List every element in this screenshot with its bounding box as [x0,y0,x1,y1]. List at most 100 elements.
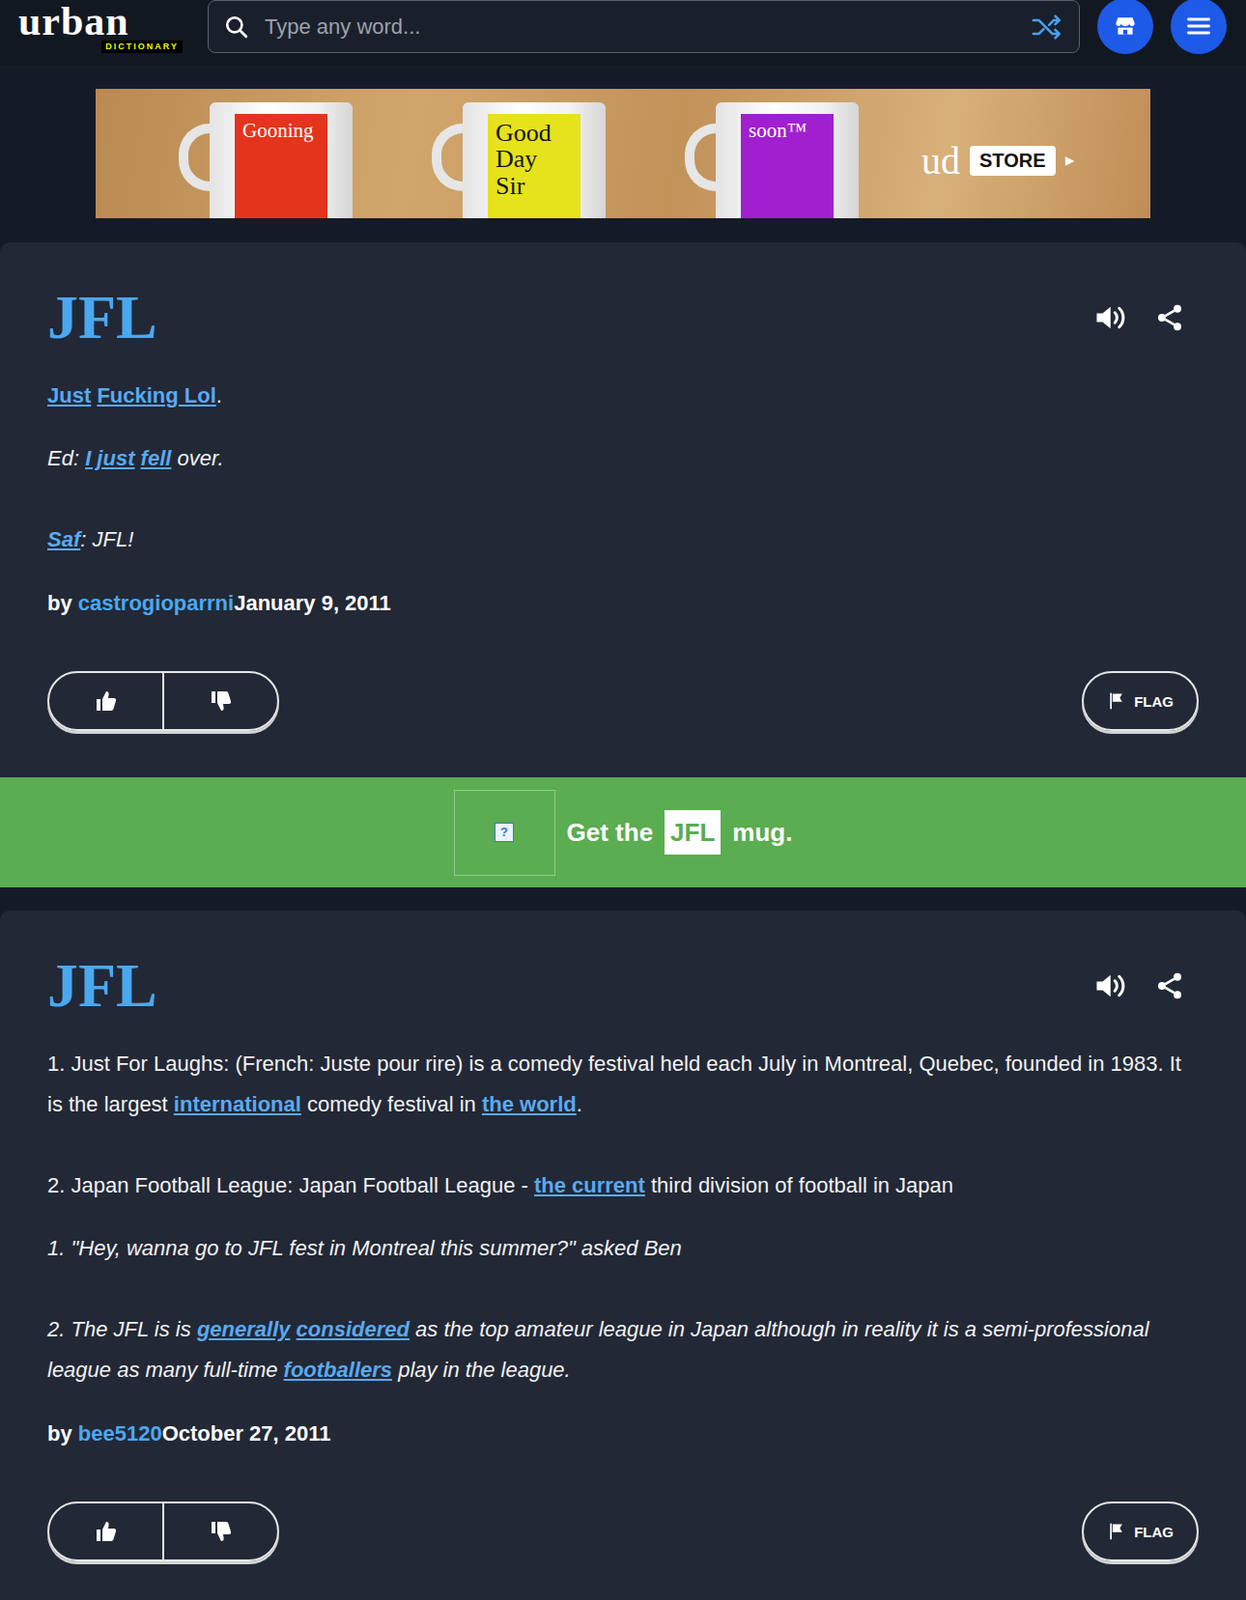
term-link[interactable]: Saf [47,527,81,552]
term-link[interactable]: international [173,1092,302,1117]
example-paragraph: Saf: JFL! [47,519,1199,561]
mug-promo[interactable]: ?Get theJFLmug. [0,777,1246,888]
upvote-button[interactable] [49,673,163,730]
example: Ed: I just fell over. Saf: JFL! [47,438,1199,561]
promo-suffix: mug. [732,818,793,849]
text-run: third division of football in Japan [645,1173,954,1198]
term-link[interactable]: I just [84,446,135,471]
definition-card: JFL Just Fucking Lol. Ed: I just fell over… [0,242,1246,778]
term-link[interactable]: considered [296,1317,410,1342]
term-link[interactable]: the current [534,1173,646,1198]
thumbs-down-icon [209,1520,233,1544]
meaning-paragraph: Just Fucking Lol. [47,375,1199,417]
author-link[interactable]: bee5120 [78,1421,163,1446]
mug-body: Good Day Sir [462,102,606,219]
mug-body: soon™ [715,102,859,219]
broken-image-icon: ? [494,822,514,843]
title-actions [1092,300,1186,336]
speaker-icon[interactable] [1092,968,1128,1004]
author-link[interactable]: castrogioparrni [78,591,234,616]
search-input[interactable] [262,13,1018,41]
arrow-icon: ▶ [1065,153,1075,168]
flag-button[interactable]: FLAG [1081,1501,1199,1562]
text-run: Ed: [47,446,85,471]
share-icon[interactable] [1154,302,1186,334]
shuffle-icon[interactable] [1030,10,1064,44]
flag-icon [1106,1522,1127,1542]
term-link[interactable]: fell [141,446,172,471]
menu-button[interactable] [1170,0,1227,55]
actions-row: FLAG [47,671,1199,732]
flag-label: FLAG [1133,1524,1174,1541]
text-run: 1. "Hey, wanna go to JFL fest in Montrea… [47,1236,682,1261]
mug-image: ? [453,790,556,877]
by-label: by [47,1421,79,1446]
by-label: by [47,591,79,616]
example-paragraph: Ed: I just fell over. [47,438,1199,480]
term-link[interactable]: footballers [283,1358,393,1383]
mug-label: soon™ [740,113,834,219]
mug: Good Day Sir [431,102,606,219]
text-run [289,1317,296,1342]
date: October 27, 2011 [162,1421,332,1446]
meaning: Just Fucking Lol. [47,375,1199,417]
search-field[interactable] [207,0,1080,54]
thumbs-up-icon [94,1520,118,1544]
store-brand: ud STORE ▶ [921,138,1075,184]
vote-buttons [47,671,280,732]
text-run: comedy festival in [301,1092,482,1117]
logo-word: urban [18,1,130,41]
date: January 9, 2011 [233,591,392,616]
mug-handle [431,123,463,192]
vote-buttons [47,1501,280,1562]
banner-area: Gooning Good Day Sir soon™ ud STORE ▶ [0,65,1246,243]
actions-row: FLAG [47,1501,1199,1562]
word-title[interactable]: JFL [47,279,158,357]
text-run: play in the league. [392,1358,571,1383]
logo-tag: DICTIONARY [101,40,183,54]
flag-icon [1106,691,1127,711]
mug-label: Gooning [234,113,328,219]
store-logo: ud [921,138,961,184]
mug: Gooning [178,102,353,219]
term-link[interactable]: Fucking Lol [96,383,216,408]
thumbs-down-icon [209,689,233,713]
meaning-paragraph: 2. Japan Football League: Japan Football… [47,1165,1199,1207]
definition-card: JFL 1. Just For Laughs: (French: Juste po… [0,910,1246,1600]
term-link[interactable]: the world [481,1092,577,1117]
mug-label: Good Day Sir [487,113,581,219]
byline: by castrogioparrniJanuary 9, 2011 [47,583,1199,624]
upvote-button[interactable] [49,1503,163,1560]
meaning: 1. Just For Laughs: (French: Juste pour … [47,1044,1199,1207]
term-link[interactable]: Just [47,383,91,408]
store-banner[interactable]: Gooning Good Day Sir soon™ ud STORE ▶ [95,88,1151,219]
speaker-icon[interactable] [1092,300,1128,336]
downvote-button[interactable] [162,673,278,730]
menu-icon [1185,12,1213,40]
text-run: . [216,383,223,408]
logo[interactable]: urbanDICTIONARY [18,0,191,54]
store-button[interactable] [1097,0,1154,55]
mug-handle [178,123,210,192]
store-label: STORE [969,145,1056,176]
mug: soon™ [684,102,859,219]
text-run: : JFL! [80,527,134,552]
title-row: JFL [47,279,1199,357]
word-title[interactable]: JFL [47,947,158,1025]
store-icon [1112,13,1138,39]
example-paragraph: 2. The JFL is is generally considered as… [47,1309,1199,1391]
text-run: over. [170,446,224,471]
text-run [134,446,141,471]
mug-body: Gooning [209,102,353,219]
downvote-button[interactable] [162,1503,278,1560]
flag-label: FLAG [1133,693,1174,710]
magnifier-icon [224,14,250,40]
example-paragraph: 1. "Hey, wanna go to JFL fest in Montrea… [47,1228,1199,1270]
flag-button[interactable]: FLAG [1081,671,1199,732]
text-run [90,383,97,408]
example: 1. "Hey, wanna go to JFL fest in Montrea… [47,1228,1199,1391]
text-run: . [576,1092,583,1117]
share-icon[interactable] [1154,970,1186,1002]
meaning-paragraph: 1. Just For Laughs: (French: Juste pour … [47,1044,1199,1126]
term-link[interactable]: generally [197,1317,291,1342]
